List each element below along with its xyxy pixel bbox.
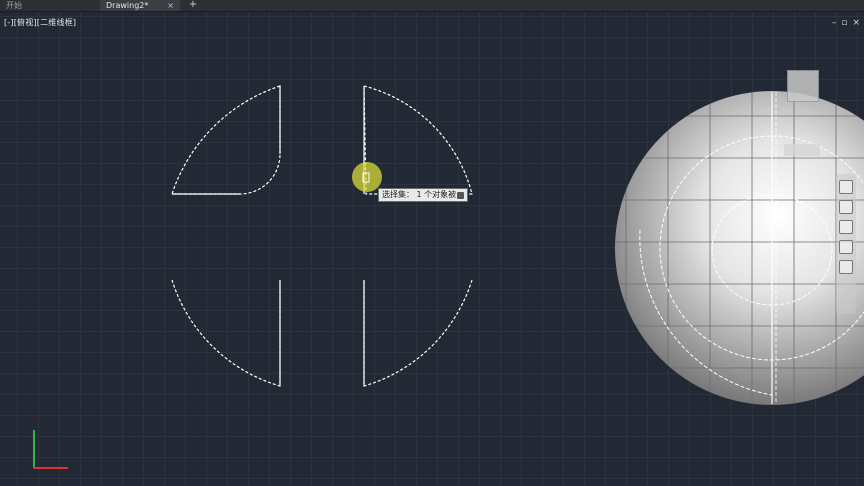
drawing-geometry xyxy=(171,85,864,405)
ucs-icon xyxy=(33,430,68,469)
quadrant-bottom-left xyxy=(171,279,281,387)
tooltip-icon xyxy=(457,192,464,199)
quadrant-bottom-right xyxy=(363,279,473,387)
viewcube[interactable] xyxy=(787,70,819,102)
steering-wheel-icon[interactable] xyxy=(839,180,853,194)
showmotion-icon[interactable] xyxy=(839,260,853,274)
pickbox-cursor-icon xyxy=(362,172,370,183)
viewcube-wcs-menu[interactable] xyxy=(784,144,820,156)
quadrant-top-left xyxy=(171,85,281,195)
selection-tooltip: 选择集： 1 个对象被... xyxy=(378,188,468,202)
pan-icon[interactable] xyxy=(839,200,853,214)
navigation-bar[interactable] xyxy=(836,174,856,314)
selection-tooltip-text: 选择集： 1 个对象被... xyxy=(382,190,464,199)
zoom-icon[interactable] xyxy=(839,220,853,234)
shaded-sphere xyxy=(615,91,864,405)
orbit-icon[interactable] xyxy=(839,240,853,254)
